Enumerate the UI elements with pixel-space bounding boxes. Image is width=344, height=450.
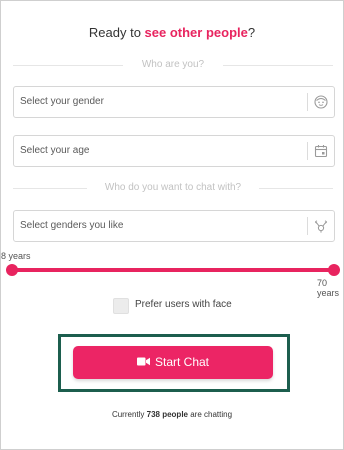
age-select[interactable]: Select your age	[13, 135, 335, 167]
start-chat-button[interactable]: Start Chat	[73, 346, 273, 379]
face-filter-label: Prefer users with face	[135, 299, 232, 310]
age-range-min-label: 8 years	[1, 251, 31, 261]
divider-line	[13, 65, 123, 66]
app-frame: Ready to see other people? Who are you? …	[0, 0, 344, 450]
face-icon	[314, 95, 328, 109]
online-status: Currently 738 people are chatting	[1, 410, 343, 419]
field-separator	[307, 142, 308, 160]
gender-select[interactable]: Select your gender	[13, 86, 335, 118]
age-range-max-handle[interactable]	[328, 264, 340, 276]
status-suffix: are chatting	[188, 410, 233, 419]
about-you-divider: Who are you?	[13, 58, 333, 72]
heading-prefix: Ready to	[88, 25, 145, 40]
gender-select-placeholder: Select your gender	[20, 96, 104, 107]
divider-line	[13, 188, 87, 189]
divider-line	[259, 188, 333, 189]
age-range-max-label: 70 years	[317, 278, 340, 298]
field-separator	[307, 217, 308, 235]
field-separator	[307, 93, 308, 111]
gender-symbols-icon	[314, 220, 328, 233]
heading-suffix: ?	[247, 25, 256, 40]
video-camera-icon	[136, 357, 150, 366]
online-count: 738 people	[146, 410, 188, 419]
age-select-placeholder: Select your age	[20, 145, 90, 156]
page-heading: Ready to see other people?	[1, 25, 343, 40]
preferences-divider: Who do you want to chat with?	[13, 181, 333, 195]
status-prefix: Currently	[111, 410, 147, 419]
age-range-track[interactable]	[11, 268, 335, 272]
start-chat-label: Start Chat	[154, 355, 210, 369]
divider-line	[223, 65, 333, 66]
age-range-min-handle[interactable]	[6, 264, 18, 276]
heading-accent: see other people	[144, 25, 248, 40]
about-you-divider-label: Who are you?	[135, 58, 211, 72]
preferred-genders-placeholder: Select genders you like	[20, 220, 124, 231]
calendar-icon	[314, 145, 328, 158]
preferred-genders-select[interactable]: Select genders you like	[13, 210, 335, 242]
preferences-divider-label: Who do you want to chat with?	[98, 181, 248, 195]
face-filter-checkbox[interactable]	[113, 298, 129, 314]
